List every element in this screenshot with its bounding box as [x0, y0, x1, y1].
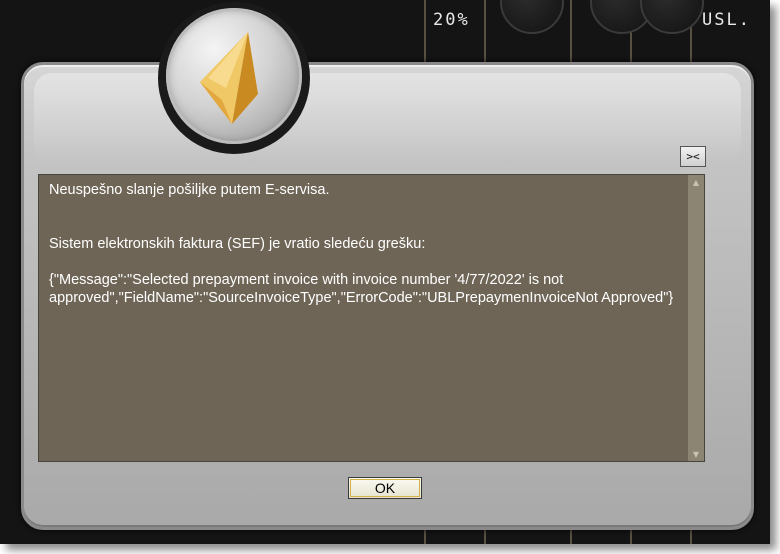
- emblem-badge: [166, 8, 302, 144]
- message-textarea[interactable]: Neuspešno slanje pošiljke putem E-servis…: [38, 174, 705, 462]
- bg-button: [500, 0, 564, 34]
- message-line-2: Sistem elektronskih faktura (SEF) je vra…: [49, 236, 426, 252]
- message-line-3: {"Message":"Selected prepayment invoice …: [49, 272, 674, 306]
- bg-button: [640, 0, 704, 34]
- bg-percent-text: 20%: [433, 10, 470, 30]
- ok-button[interactable]: OK: [348, 477, 422, 499]
- message-line-1: Neuspešno slanje pošiljke putem E-servis…: [49, 182, 330, 198]
- message-content: Neuspešno slanje pošiljke putem E-servis…: [49, 181, 689, 307]
- collapse-toggle-button[interactable]: ><: [680, 146, 706, 167]
- bg-usl-text: USL.: [702, 10, 751, 30]
- vertical-scrollbar[interactable]: ▲ ▼: [688, 175, 704, 461]
- scroll-down-arrow-icon[interactable]: ▼: [688, 447, 704, 461]
- scroll-up-arrow-icon[interactable]: ▲: [688, 175, 704, 189]
- panel-sheen: [34, 73, 741, 163]
